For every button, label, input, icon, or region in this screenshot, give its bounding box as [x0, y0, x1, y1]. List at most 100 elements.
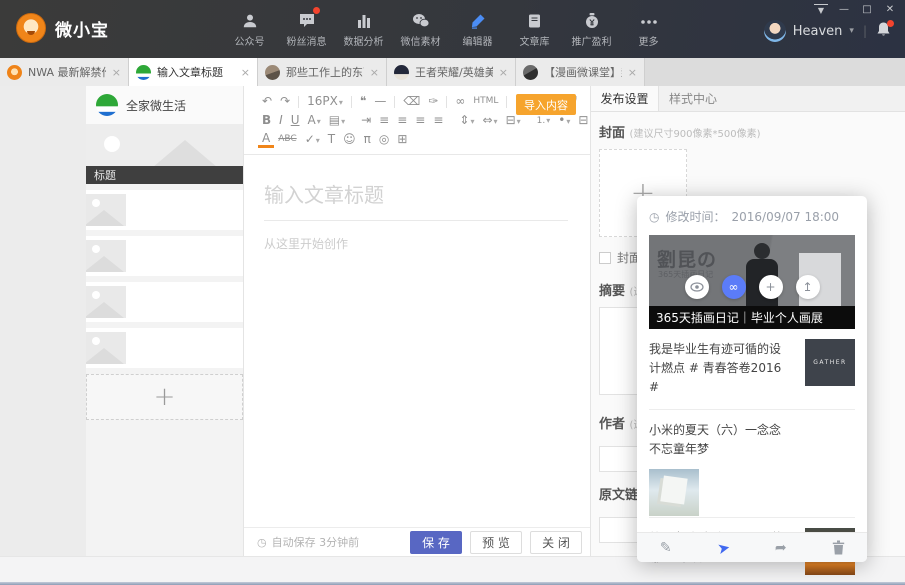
doc-tab-3[interactable]: 那些工作上的东西 × [258, 58, 387, 86]
formula-icon[interactable]: π [360, 131, 375, 148]
export-button[interactable]: ↥ [796, 275, 820, 299]
account-avatar [96, 94, 118, 116]
article-history-popup: ◷ 修改时间： 2016/09/07 18:00 劉昆の 365天插画日记 ∞ … [637, 196, 867, 562]
italic-icon[interactable]: I [275, 112, 287, 129]
modified-label: 修改时间： [665, 208, 725, 225]
user-name[interactable]: Heaven [793, 24, 843, 39]
tab-publish-settings[interactable]: 发布设置 [591, 86, 659, 111]
divider: | [863, 24, 867, 38]
article-body-input[interactable]: 从这里开始创作 [264, 235, 568, 252]
html-source-icon[interactable]: HTML [469, 93, 502, 110]
tab-close-icon[interactable]: × [499, 66, 508, 79]
align-center-icon[interactable]: ≡ [393, 112, 411, 129]
doc-tab-1[interactable]: NWA 最新解禁作品 × [0, 58, 129, 86]
align-justify-icon[interactable]: ≡ [429, 112, 447, 129]
article-cover-item[interactable]: 标题 [86, 124, 243, 184]
underline-icon[interactable]: U [287, 112, 304, 129]
import-content-button[interactable]: 导入内容 [516, 94, 576, 115]
tab-close-icon[interactable]: × [370, 66, 379, 79]
nav-item-editor[interactable]: 编辑器 [449, 9, 506, 48]
doc-tab-2-active[interactable]: 输入文章标题 × [129, 58, 258, 86]
close-button[interactable]: 关 闭 [530, 531, 582, 554]
article-list-item[interactable]: 标题 [86, 236, 243, 276]
font-color-dropdown[interactable]: A▾ [304, 112, 325, 130]
article-list-item[interactable]: 标题 [86, 282, 243, 322]
save-button[interactable]: 保 存 [410, 531, 462, 554]
format-brush-icon[interactable]: ✑ [424, 93, 442, 110]
tab-style-center[interactable]: 样式中心 [659, 86, 727, 111]
bell-icon[interactable] [876, 21, 891, 41]
indent-icon[interactable]: ⇥ [357, 112, 375, 129]
copy-link-button[interactable]: ∞ [722, 275, 746, 299]
chevron-down-icon[interactable]: ▾ [849, 26, 854, 36]
maximize-button[interactable]: □ [860, 4, 874, 16]
minimize-button[interactable]: — [837, 4, 851, 16]
user-avatar[interactable] [764, 20, 786, 42]
nav-item-more[interactable]: 更多 [620, 9, 677, 48]
align-left-icon[interactable]: ≡ [375, 112, 393, 129]
tab-close-icon[interactable]: × [628, 66, 637, 79]
font-size-dropdown[interactable]: 16PX▾ [303, 93, 347, 111]
modified-time: 2016/09/07 18:00 [732, 210, 840, 224]
redo-icon[interactable]: ↷ [276, 93, 294, 110]
blockquote-icon[interactable]: ❝ [356, 93, 370, 110]
book-icon [527, 9, 542, 29]
mascot-logo-icon [16, 13, 46, 43]
preview-button[interactable]: 预 览 [470, 531, 522, 554]
user-area: Heaven ▾ | [764, 20, 891, 42]
article-list-item[interactable]: 标题 [86, 328, 243, 368]
link-icon[interactable]: ∞ [451, 93, 469, 110]
nav-item-article-library[interactable]: 文章库 [506, 9, 563, 48]
strikethrough-icon[interactable]: ABC [274, 131, 300, 148]
tab-close-icon[interactable]: × [241, 66, 250, 79]
bar-chart-icon [356, 9, 372, 29]
bg-color-dropdown[interactable]: ▤▾ [325, 112, 349, 130]
article-sidebar: 全家微生活 标题 标题 标题 标题 标题 + [86, 86, 243, 556]
eraser-icon[interactable]: ⌫ [399, 93, 424, 110]
account-header[interactable]: 全家微生活 [86, 86, 243, 124]
nav-item-wechat-material[interactable]: 微信素材 [392, 9, 449, 48]
panel-tabs: 发布设置 样式中心 [591, 86, 905, 112]
nav-item-fan-messages[interactable]: 粉丝消息 [278, 9, 335, 48]
hide-to-tray-button[interactable]: ▼ [814, 4, 828, 16]
text-tool-icon[interactable]: T [324, 131, 339, 148]
letter-spacing-dropdown[interactable]: ⇔▾ [478, 112, 501, 130]
line-height-dropdown[interactable]: ⇕▾ [455, 112, 478, 130]
find-replace-icon[interactable]: ◎ [375, 131, 393, 148]
nav-item-analytics[interactable]: 数据分析 [335, 9, 392, 48]
document-tabbar: NWA 最新解禁作品 × 输入文章标题 × 那些工作上的东西 × 王者荣耀/英雄… [0, 58, 905, 86]
popup-action-bar: ✎ ➤ ➦ [637, 532, 867, 562]
article-title-input[interactable]: 输入文章标题 [264, 179, 568, 221]
editor-footer: ◷ 自动保存 3分钟前 保 存 预 览 关 闭 [244, 527, 590, 556]
cover-brand-text: 劉昆の [657, 245, 717, 272]
checkbox-icon[interactable] [599, 252, 611, 264]
table-icon[interactable]: ⊞ [393, 131, 411, 148]
popup-article-item[interactable]: 小米的夏天（六）一念念不忘童年梦 [649, 409, 855, 517]
spellcheck-dropdown[interactable]: ✓▾ [301, 131, 324, 149]
close-window-button[interactable]: ✕ [883, 4, 897, 16]
doc-tab-5[interactable]: 【漫画微课堂】封面海... × [516, 58, 645, 86]
emoji-icon[interactable]: ☺ [339, 131, 360, 148]
popup-cover-image[interactable]: 劉昆の 365天插画日记 ∞ + ↥ 365天插画日记｜毕业个人画展 [649, 235, 855, 329]
nav-item-promotion[interactable]: 推广盈利 [563, 9, 620, 48]
delete-trash-button[interactable] [810, 540, 868, 555]
edit-pencil-button[interactable]: ✎ [637, 540, 695, 556]
add-article-button[interactable]: + [86, 374, 243, 420]
send-button[interactable]: ➤ [693, 533, 753, 563]
highlight-icon[interactable]: A [258, 132, 274, 148]
horizontal-rule-icon[interactable]: — [370, 93, 390, 110]
popup-article-item[interactable]: 我是毕业生有迹可循的设计燃点 # 青春答卷2016 # GATHER [649, 329, 855, 409]
bold-icon[interactable]: B [258, 112, 275, 129]
preview-eye-button[interactable] [685, 275, 709, 299]
article-list-item[interactable]: 标题 [86, 190, 243, 230]
article-title: 标题 [86, 166, 243, 184]
forward-button[interactable]: ➦ [752, 540, 810, 556]
tab-close-icon[interactable]: × [112, 66, 121, 79]
add-button[interactable]: + [759, 275, 783, 299]
thumbnail-placeholder-icon [86, 240, 126, 272]
nav-item-accounts[interactable]: 公众号 [221, 9, 278, 48]
cover-hint: (建议尺寸900像素*500像素) [630, 129, 761, 140]
doc-tab-4[interactable]: 王者荣耀/英雄美术字 × [387, 58, 516, 86]
align-right-icon[interactable]: ≡ [411, 112, 429, 129]
undo-icon[interactable]: ↶ [258, 93, 276, 110]
